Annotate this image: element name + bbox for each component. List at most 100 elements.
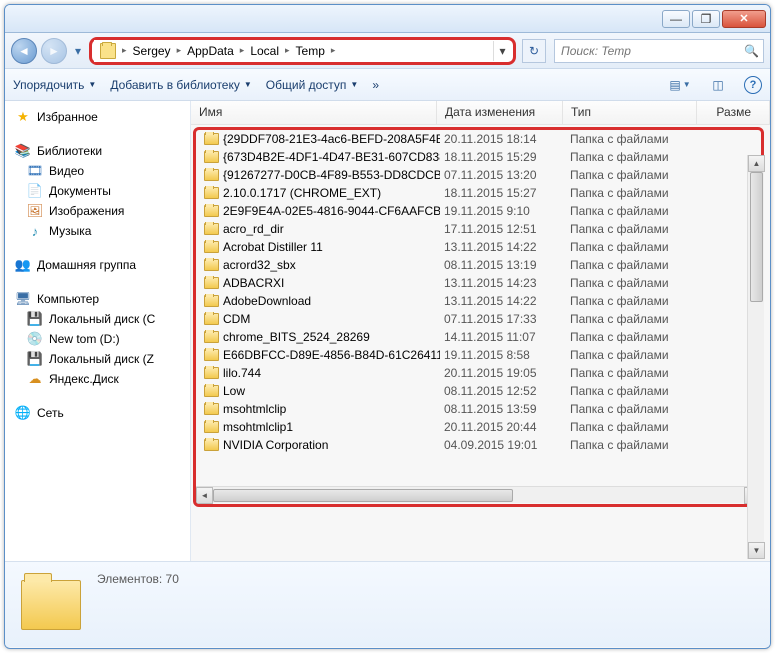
organize-menu[interactable]: Упорядочить▼ (13, 78, 96, 92)
file-row[interactable]: 2E9F9E4A-02E5-4816-9044-CF6AAFCBDF8B19.1… (196, 202, 761, 220)
breadcrumb-separator[interactable]: ▸ (120, 45, 129, 56)
scroll-left-button[interactable]: ◄ (196, 487, 213, 504)
file-name-cell: 2E9F9E4A-02E5-4816-9044-CF6AAFCBDF8B (200, 204, 440, 218)
column-date[interactable]: Дата изменения (437, 101, 563, 124)
scroll-up-button[interactable]: ▲ (748, 155, 765, 172)
share-menu[interactable]: Общий доступ▼ (266, 78, 359, 92)
file-date-cell: 20.11.2015 20:44 (440, 420, 566, 434)
file-row[interactable]: lilo.74420.11.2015 19:05Папка с файлами (196, 364, 761, 382)
breadcrumb-appdata[interactable]: AppData (183, 41, 238, 61)
file-list-highlight: {29DDF708-21E3-4ac6-BEFD-208A5F4B6B...20… (193, 127, 764, 507)
sidebar-homegroup[interactable]: 👥Домашняя группа (5, 255, 190, 275)
minimize-button[interactable]: — (662, 10, 690, 28)
sidebar-favorites[interactable]: ★Избранное (5, 107, 190, 127)
address-dropdown[interactable]: ▾ (493, 41, 511, 61)
overflow-menu[interactable]: » (372, 78, 379, 92)
file-name-cell: acrord32_sbx (200, 258, 440, 272)
folder-icon (204, 421, 219, 433)
sidebar-yandex-disk[interactable]: ☁Яндекс.Диск (5, 369, 190, 389)
item-count-label: Элементов: 70 (97, 572, 179, 586)
file-row[interactable]: msohtmlclip120.11.2015 20:44Папка с файл… (196, 418, 761, 436)
sidebar-item-documents[interactable]: 📄Документы (5, 181, 190, 201)
file-row[interactable]: acrord32_sbx08.11.2015 13:19Папка с файл… (196, 256, 761, 274)
vertical-scrollbar[interactable]: ▲ ▼ (747, 155, 764, 559)
video-icon: 🎞 (27, 163, 43, 179)
folder-icon (204, 349, 219, 361)
help-button[interactable]: ? (744, 76, 762, 94)
file-type-cell: Папка с файлами (566, 312, 700, 326)
sidebar: ★Избранное 📚Библиотеки 🎞Видео 📄Документы… (5, 101, 191, 561)
file-row[interactable]: Low08.11.2015 12:52Папка с файлами (196, 382, 761, 400)
file-name-cell: {91267277-D0CB-4F89-B553-DD8CDCB84... (200, 168, 440, 182)
folder-icon (204, 187, 219, 199)
maximize-button[interactable]: ❐ (692, 10, 720, 28)
sidebar-item-video[interactable]: 🎞Видео (5, 161, 190, 181)
column-name[interactable]: Имя (191, 101, 437, 124)
file-date-cell: 14.11.2015 11:07 (440, 330, 566, 344)
star-icon: ★ (15, 109, 31, 125)
breadcrumb-temp[interactable]: Temp (292, 41, 329, 61)
nav-history-dropdown[interactable]: ▾ (71, 41, 85, 61)
sidebar-network[interactable]: 🌐Сеть (5, 403, 190, 423)
sidebar-item-pictures[interactable]: 🖼Изображения (5, 201, 190, 221)
scroll-thumb[interactable] (213, 489, 513, 502)
file-row[interactable]: msohtmlclip08.11.2015 13:59Папка с файла… (196, 400, 761, 418)
preview-pane-button[interactable]: ◫ (706, 75, 730, 95)
sidebar-drive-z[interactable]: 💾Локальный диск (Z (5, 349, 190, 369)
breadcrumb-local[interactable]: Local (246, 41, 283, 61)
breadcrumb-separator[interactable]: ▸ (283, 45, 292, 56)
document-icon: 📄 (27, 183, 43, 199)
view-options-button[interactable]: ▤ ▼ (668, 75, 692, 95)
computer-icon: 🖥 (15, 291, 31, 307)
file-type-cell: Папка с файлами (566, 438, 700, 452)
breadcrumb-separator[interactable]: ▸ (175, 45, 184, 56)
file-row[interactable]: E66DBFCC-D89E-4856-B84D-61C26411E03E19.1… (196, 346, 761, 364)
file-row[interactable]: {673D4B2E-4DF1-4D47-BE31-607CD83833...18… (196, 148, 761, 166)
file-list[interactable]: {29DDF708-21E3-4ac6-BEFD-208A5F4B6B...20… (196, 130, 761, 486)
file-row[interactable]: NVIDIA Corporation04.09.2015 19:01Папка … (196, 436, 761, 454)
search-icon[interactable]: 🔍 (744, 44, 759, 58)
sidebar-drive-d[interactable]: 💿New tom (D:) (5, 329, 190, 349)
folder-icon (204, 223, 219, 235)
file-row[interactable]: chrome_BITS_2524_2826914.11.2015 11:07Па… (196, 328, 761, 346)
folder-icon (204, 241, 219, 253)
file-row[interactable]: AdobeDownload13.11.2015 14:22Папка с фай… (196, 292, 761, 310)
forward-button[interactable]: ► (41, 38, 67, 64)
back-button[interactable]: ◄ (11, 38, 37, 64)
scroll-down-button[interactable]: ▼ (748, 542, 765, 559)
horizontal-scrollbar[interactable]: ◄ ► (196, 486, 761, 503)
refresh-icon: ↻ (529, 44, 539, 58)
sidebar-libraries[interactable]: 📚Библиотеки (5, 141, 190, 161)
file-row[interactable]: Acrobat Distiller 1113.11.2015 14:22Папк… (196, 238, 761, 256)
file-name-cell: msohtmlclip1 (200, 420, 440, 434)
add-to-library-menu[interactable]: Добавить в библиотеку▼ (110, 78, 251, 92)
sidebar-computer[interactable]: 🖥Компьютер (5, 289, 190, 309)
folder-icon (204, 313, 219, 325)
folder-icon (204, 169, 219, 181)
file-row[interactable]: {91267277-D0CB-4F89-B553-DD8CDCB84...07.… (196, 166, 761, 184)
file-row[interactable]: ADBACRXI13.11.2015 14:23Папка с файлами (196, 274, 761, 292)
file-row[interactable]: 2.10.0.1717 (CHROME_EXT)18.11.2015 15:27… (196, 184, 761, 202)
file-date-cell: 18.11.2015 15:29 (440, 150, 566, 164)
refresh-button[interactable]: ↻ (522, 39, 546, 63)
file-date-cell: 07.11.2015 17:33 (440, 312, 566, 326)
column-type[interactable]: Тип (563, 101, 697, 124)
chevron-down-icon: ▼ (244, 80, 252, 89)
breadcrumb-sergey[interactable]: Sergey (129, 41, 175, 61)
file-row[interactable]: CDM07.11.2015 17:33Папка с файлами (196, 310, 761, 328)
sidebar-item-music[interactable]: ♪Музыка (5, 221, 190, 241)
scroll-thumb[interactable] (750, 172, 763, 302)
file-row[interactable]: {29DDF708-21E3-4ac6-BEFD-208A5F4B6B...20… (196, 130, 761, 148)
breadcrumb-separator[interactable]: ▸ (238, 45, 247, 56)
file-row[interactable]: acro_rd_dir17.11.2015 12:51Папка с файла… (196, 220, 761, 238)
column-size[interactable]: Разме (697, 101, 770, 124)
search-box[interactable]: 🔍 (554, 39, 764, 63)
sidebar-drive-c[interactable]: 💾Локальный диск (C (5, 309, 190, 329)
file-type-cell: Папка с файлами (566, 420, 700, 434)
chevron-down-icon: ▾ (75, 44, 81, 58)
address-bar[interactable]: ▸ Sergey ▸ AppData ▸ Local ▸ Temp ▸ (94, 40, 493, 62)
folder-icon (204, 151, 219, 163)
search-input[interactable] (559, 43, 744, 59)
breadcrumb-separator[interactable]: ▸ (329, 45, 338, 56)
close-button[interactable]: ✕ (722, 10, 766, 28)
